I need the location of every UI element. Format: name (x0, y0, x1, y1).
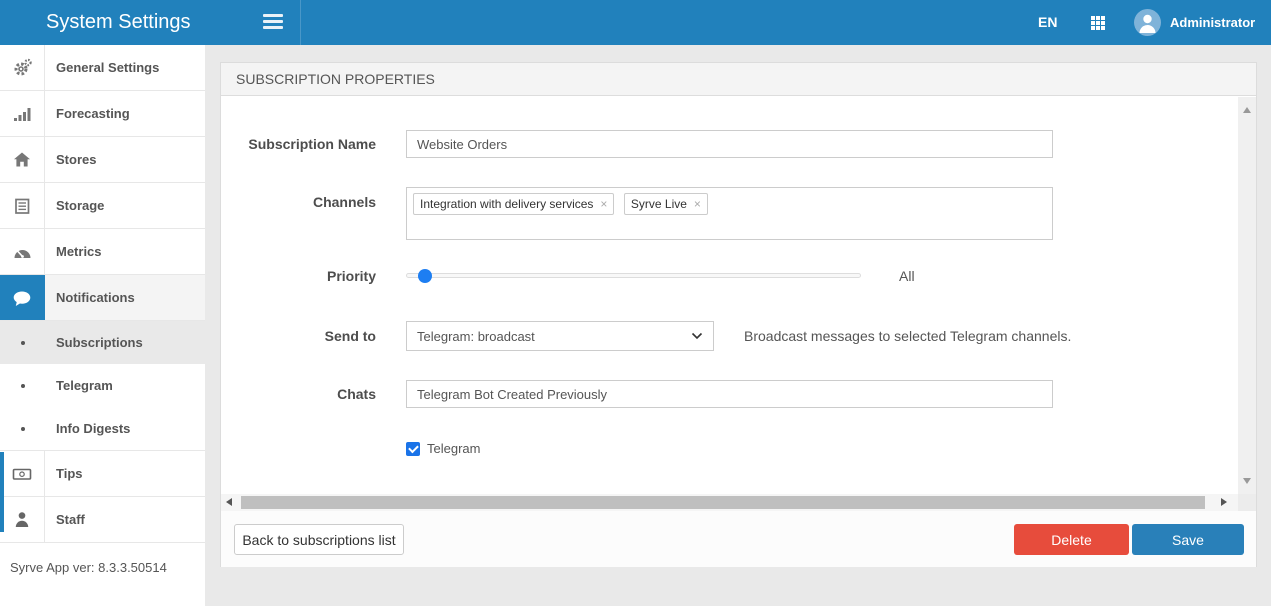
chats-label: Chats (221, 380, 376, 403)
scroll-left-arrow-icon[interactable] (226, 498, 232, 506)
horizontal-scrollbar[interactable] (221, 494, 1256, 511)
person-icon (0, 497, 45, 542)
home-icon (0, 137, 45, 182)
user-silhouette-icon (1134, 9, 1161, 36)
sidebar-item-general-settings[interactable]: General Settings (0, 45, 205, 91)
priority-label: Priority (221, 267, 376, 285)
list-icon (0, 183, 45, 228)
sidebar-item-tips[interactable]: Tips (0, 451, 205, 497)
topbar-divider (300, 0, 301, 45)
channels-label: Channels (221, 187, 376, 211)
panel-body: Subscription Name Channels Integration w… (221, 97, 1256, 494)
gears-icon (0, 45, 45, 90)
sidebar-scroll-indicator[interactable] (0, 452, 4, 532)
checkbox-checked-icon[interactable] (406, 442, 420, 456)
channels-row: Channels Integration with delivery servi… (221, 187, 1053, 240)
send-to-row: Send to Telegram: broadcast Broadcast me… (221, 321, 1071, 351)
scrollbar-corner (1238, 494, 1256, 511)
sidebar-subitem-subscriptions[interactable]: Subscriptions (0, 321, 205, 364)
remove-tag-icon[interactable]: × (600, 199, 607, 209)
sidebar-item-forecasting[interactable]: Forecasting (0, 91, 205, 137)
panel-footer: Back to subscriptions list Delete Save (221, 511, 1256, 567)
chats-input[interactable] (406, 380, 1053, 408)
subscription-name-label: Subscription Name (221, 130, 376, 153)
sidebar: General Settings Forecasting Stores (0, 45, 205, 606)
send-to-hint: Broadcast messages to selected Telegram … (744, 321, 1071, 351)
priority-slider[interactable] (406, 267, 861, 285)
sidebar-subitem-info-digests[interactable]: Info Digests (0, 407, 205, 450)
channel-tag: Syrve Live × (624, 193, 708, 215)
telegram-checkbox[interactable]: Telegram (406, 441, 480, 456)
gauge-icon (0, 229, 45, 274)
slider-thumb[interactable] (418, 269, 432, 283)
slider-track[interactable] (406, 273, 861, 278)
hamburger-menu-icon[interactable] (263, 14, 285, 31)
scroll-right-arrow-icon[interactable] (1221, 498, 1227, 506)
chat-bubble-icon (0, 275, 45, 320)
sidebar-subitem-telegram[interactable]: Telegram (0, 364, 205, 407)
priority-row: Priority All (221, 267, 915, 285)
scroll-down-arrow-icon[interactable] (1243, 478, 1251, 484)
send-to-label: Send to (221, 321, 376, 345)
sidebar-item-storage[interactable]: Storage (0, 183, 205, 229)
banknote-icon (0, 451, 45, 496)
subscription-name-row: Subscription Name (221, 130, 1053, 158)
channels-tag-input[interactable]: Integration with delivery services × Syr… (406, 187, 1053, 240)
user-name[interactable]: Administrator (1170, 0, 1255, 45)
app-version: Syrve App ver: 8.3.3.50514 (10, 560, 167, 575)
notifications-subgroup: Subscriptions Telegram Info Digests (0, 321, 205, 451)
save-button[interactable]: Save (1132, 524, 1244, 555)
subscription-properties-panel: SUBSCRIPTION PROPERTIES Subscription Nam… (220, 62, 1257, 567)
topbar: System Settings EN Administrator (0, 0, 1271, 45)
telegram-checkbox-row: Telegram (221, 441, 480, 456)
vertical-scrollbar[interactable] (1238, 97, 1256, 494)
remove-tag-icon[interactable]: × (694, 199, 701, 209)
apps-grid-icon[interactable] (1091, 16, 1105, 30)
panel-title: SUBSCRIPTION PROPERTIES (221, 63, 1256, 96)
sidebar-item-stores[interactable]: Stores (0, 137, 205, 183)
avatar[interactable] (1134, 9, 1161, 36)
chats-row: Chats (221, 380, 1053, 408)
bar-chart-icon (0, 91, 45, 136)
sidebar-item-notifications[interactable]: Notifications (0, 275, 205, 321)
horizontal-scrollbar-thumb[interactable] (241, 496, 1205, 509)
delete-button[interactable]: Delete (1014, 524, 1129, 555)
sidebar-item-staff[interactable]: Staff (0, 497, 205, 543)
telegram-checkbox-label: Telegram (427, 441, 480, 456)
language-switcher[interactable]: EN (1038, 0, 1057, 45)
chevron-down-icon (691, 332, 703, 340)
subscription-name-input[interactable] (406, 130, 1053, 158)
scroll-up-arrow-icon[interactable] (1243, 107, 1251, 113)
app-title: System Settings (46, 0, 191, 45)
send-to-select[interactable]: Telegram: broadcast (406, 321, 714, 351)
priority-value: All (899, 267, 915, 285)
sidebar-item-metrics[interactable]: Metrics (0, 229, 205, 275)
channel-tag: Integration with delivery services × (413, 193, 614, 215)
back-to-subscriptions-button[interactable]: Back to subscriptions list (234, 524, 404, 555)
